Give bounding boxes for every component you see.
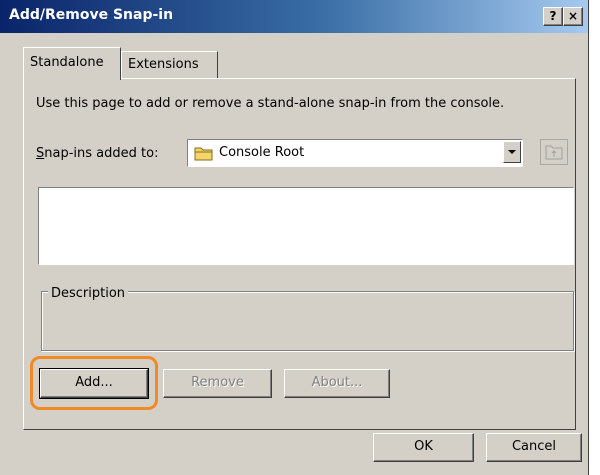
ok-button-label: OK xyxy=(414,439,433,454)
snapins-added-to-label: Snap-ins added to: xyxy=(36,146,158,161)
about-button-label: About... xyxy=(311,375,363,390)
snapins-label-rest: nap-ins added to: xyxy=(44,146,159,161)
tab-standalone-label: Standalone xyxy=(30,55,104,70)
snapins-list[interactable] xyxy=(38,187,574,265)
combo-selected-value: Console Root xyxy=(219,145,305,160)
instructions-text: Use this page to add or remove a stand-a… xyxy=(36,96,505,111)
add-remove-snapin-dialog: Add/Remove Snap-in ? × Standalone Extens… xyxy=(0,0,589,475)
snapins-added-to-combo[interactable]: Console Root xyxy=(187,139,523,167)
ok-button[interactable]: OK xyxy=(373,433,474,462)
dropdown-arrow-icon[interactable] xyxy=(503,141,521,163)
tab-extensions[interactable]: Extensions xyxy=(121,51,218,78)
add-button[interactable]: Add... xyxy=(39,368,149,399)
close-icon[interactable]: × xyxy=(563,7,583,26)
add-button-label: Add... xyxy=(75,375,113,390)
window-title: Add/Remove Snap-in xyxy=(9,7,174,23)
remove-button-label: Remove xyxy=(191,375,244,390)
remove-button[interactable]: Remove xyxy=(163,369,272,398)
title-bar[interactable]: Add/Remove Snap-in ? × xyxy=(0,0,588,33)
cancel-button-label: Cancel xyxy=(511,439,557,454)
about-button[interactable]: About... xyxy=(284,369,390,398)
folder-icon xyxy=(194,146,214,165)
folder-up-icon[interactable] xyxy=(540,139,568,165)
tab-standalone[interactable]: Standalone xyxy=(23,47,121,80)
help-icon[interactable]: ? xyxy=(543,7,563,26)
description-label: Description xyxy=(48,286,129,301)
tab-extensions-label: Extensions xyxy=(128,57,199,72)
cancel-button[interactable]: Cancel xyxy=(486,433,582,462)
